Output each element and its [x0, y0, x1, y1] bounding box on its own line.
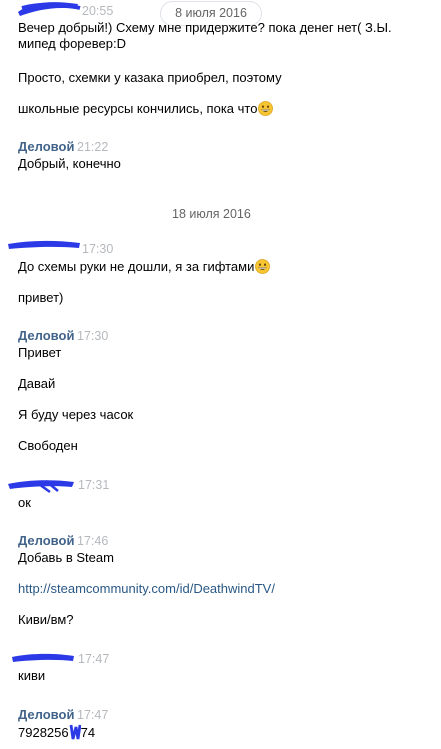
message-text: Добавь в Steam — [18, 550, 114, 565]
grinning-face-icon — [258, 101, 274, 116]
sender-name[interactable]: Деловой — [18, 328, 74, 343]
message-text: Добрый, конечно — [18, 156, 121, 171]
date-divider: 18 июля 2016 — [172, 207, 251, 221]
sender-name[interactable]: Деловой — [18, 707, 74, 722]
message-time: 20:55 — [82, 4, 114, 18]
message-time: 17:47 — [78, 652, 110, 666]
message-text: ок — [18, 495, 31, 510]
redacted-sender-name — [8, 240, 80, 249]
message-text: Вечер добрый!) Схему мне придержите? пок… — [18, 20, 392, 35]
redacted-sender-name — [8, 480, 74, 494]
message-time: 17:30 — [77, 329, 109, 343]
message-text-content: До схемы руки не дошли, я за гифтами — [18, 259, 255, 274]
message-text: Просто, схемки у казака приобрел, поэтом… — [18, 70, 282, 85]
redacted-sender-name — [18, 2, 81, 16]
redacted-sender-name — [12, 653, 74, 662]
message-text: До схемы руки не дошли, я за гифтами — [18, 259, 271, 275]
message-time: 17:47 — [77, 708, 109, 722]
message-text: Свободен — [18, 438, 78, 453]
grinning-face-icon — [255, 259, 271, 274]
message-text: Я буду через часок — [18, 407, 134, 422]
message-text-content: школьные ресурсы кончились, пока что — [18, 101, 258, 116]
message-text: школьные ресурсы кончились, пока что — [18, 101, 274, 117]
steam-profile-link[interactable]: http://steamcommunity.com/id/DeathwindTV… — [18, 581, 275, 596]
message-time: 17:30 — [82, 242, 114, 256]
phone-number-start: 7928256 — [18, 725, 69, 740]
phone-number-end: 74 — [80, 725, 96, 740]
sender-name[interactable]: Деловой — [18, 139, 74, 154]
message-time: 17:31 — [78, 478, 110, 492]
message-time: 17:46 — [77, 534, 109, 548]
message-text: мипед форевер:D — [18, 36, 126, 51]
message-text: привет) — [18, 290, 64, 305]
message-text: Привет — [18, 345, 62, 360]
message-text: Давай — [18, 376, 56, 391]
phone-number-message: 7928256 74 — [18, 724, 95, 741]
message-text: Киви/вм? — [18, 612, 74, 627]
message-time: 21:22 — [77, 140, 109, 154]
redacted-phone-digits — [69, 724, 82, 740]
sender-name[interactable]: Деловой — [18, 533, 74, 548]
message-text: киви — [18, 668, 46, 683]
